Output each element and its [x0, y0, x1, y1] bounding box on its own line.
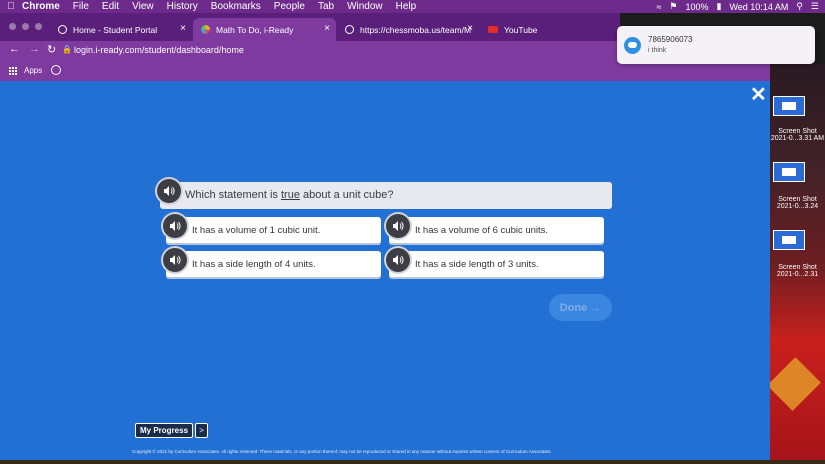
question-emphasis: true — [280, 189, 300, 201]
tab-title: YouTube — [504, 24, 538, 35]
search-icon[interactable]: ⚲ — [796, 1, 803, 12]
desktop-decoration — [770, 357, 821, 411]
menu-history[interactable]: History — [167, 1, 198, 12]
url-field[interactable]: login.i-ready.com/student/dashboard/home — [74, 45, 244, 55]
screenshot-file-icon[interactable] — [773, 96, 805, 116]
close-icon[interactable]: ✕ — [750, 85, 767, 105]
menu-tab[interactable]: Tab — [318, 1, 334, 12]
apps-grid-icon[interactable] — [9, 67, 18, 76]
answer-choice-text: It has a volume of 1 cubic unit. — [192, 225, 321, 236]
tab-chessmoba[interactable]: https://chessmoba.us/team/M × — [337, 18, 479, 41]
apple-icon[interactable]:  — [0, 1, 22, 12]
menubar-status-area: ≈ ⚑ 100% ▮ Wed 10:14 AM ⚲ ☰ — [656, 0, 819, 13]
close-tab-icon[interactable]: × — [324, 23, 330, 34]
globe-icon — [345, 25, 354, 34]
notification-sender: 7865906073 — [648, 35, 693, 44]
menu-edit[interactable]: Edit — [102, 1, 119, 12]
menu-file[interactable]: File — [73, 1, 89, 12]
question-speaker-icon[interactable] — [157, 179, 181, 203]
menu-window[interactable]: Window — [347, 1, 383, 12]
lock-icon[interactable]: 🔒 — [62, 45, 72, 54]
dock-strip — [0, 460, 825, 464]
answer-choice-text: It has a volume of 6 cubic units. — [415, 225, 549, 236]
done-button[interactable]: Done → — [549, 294, 612, 321]
answer-choice-1[interactable]: It has a volume of 1 cubic unit. — [166, 217, 381, 243]
reload-icon[interactable]: ↻ — [47, 43, 56, 56]
close-window-button[interactable] — [9, 23, 16, 30]
tab-title: Home - Student Portal — [73, 24, 158, 35]
tab-youtube[interactable]: YouTube — [480, 18, 620, 41]
menu-bookmarks[interactable]: Bookmarks — [211, 1, 261, 12]
tab-title: Math To Do, i-Ready — [216, 24, 294, 35]
iready-lesson-page — [0, 81, 770, 460]
menu-help[interactable]: Help — [396, 1, 417, 12]
my-progress-button[interactable]: My Progress — [135, 423, 194, 438]
message-notification[interactable]: 7865906073 i think — [617, 26, 815, 64]
iready-icon — [201, 25, 210, 34]
answer-choice-2[interactable]: It has a volume of 6 cubic units. — [389, 217, 604, 243]
browser-tab-bar: Home - Student Portal × Math To Do, i-Re… — [0, 13, 620, 41]
choice-2-speaker-icon[interactable] — [386, 214, 410, 238]
globe-icon — [58, 25, 67, 34]
tab-title: https://chessmoba.us/team/M — [360, 24, 472, 35]
question-bar: Which statement is true about a unit cub… — [160, 182, 612, 209]
minimize-window-button[interactable] — [22, 23, 29, 30]
desktop-file-label[interactable]: Screen Shot 2021-0...3.31 AM — [770, 128, 825, 142]
window-controls — [9, 23, 42, 30]
battery-percent[interactable]: 100% — [685, 2, 708, 12]
copyright-text: Copyright © 2021 by Curriculum Associate… — [132, 449, 552, 454]
screenshot-file-icon[interactable] — [773, 162, 805, 182]
mac-menubar:  Chrome File Edit View History Bookmark… — [0, 0, 825, 13]
messages-icon — [624, 37, 641, 54]
close-tab-icon[interactable]: × — [467, 23, 473, 34]
tab-student-portal[interactable]: Home - Student Portal × — [50, 18, 192, 41]
my-progress-control: My Progress > — [135, 423, 209, 438]
menu-view[interactable]: View — [132, 1, 154, 12]
desktop-file-label[interactable]: Screen Shot 2021-0...3.24 — [770, 196, 825, 210]
notification-body: i think — [648, 47, 667, 54]
choice-4-speaker-icon[interactable] — [386, 248, 410, 272]
back-arrow-icon[interactable]: ← — [9, 43, 20, 55]
answer-choice-text: It has a side length of 4 units. — [192, 259, 316, 270]
question-text: Which statement is true about a unit cub… — [185, 189, 394, 201]
choice-1-speaker-icon[interactable] — [163, 214, 187, 238]
my-progress-arrow-button[interactable]: > — [195, 423, 209, 438]
zoom-window-button[interactable] — [35, 23, 42, 30]
tab-iready[interactable]: Math To Do, i-Ready × — [193, 18, 336, 41]
flag-icon[interactable]: ⚑ — [669, 1, 677, 12]
answer-choice-4[interactable]: It has a side length of 3 units. — [389, 251, 604, 277]
menu-app-name[interactable]: Chrome — [22, 1, 60, 12]
menu-people[interactable]: People — [274, 1, 305, 12]
menu-list-icon[interactable]: ☰ — [811, 1, 819, 12]
forward-arrow-icon[interactable]: → — [29, 43, 40, 55]
globe-bookmark-icon[interactable] — [51, 65, 61, 75]
close-tab-icon[interactable]: × — [180, 23, 186, 34]
screenshot-file-icon[interactable] — [773, 230, 805, 250]
desktop-file-label[interactable]: Screen Shot 2021-0...2.31 — [770, 264, 825, 278]
answer-choice-3[interactable]: It has a side length of 4 units. — [166, 251, 381, 277]
youtube-icon — [488, 26, 498, 33]
choice-3-speaker-icon[interactable] — [163, 248, 187, 272]
clock[interactable]: Wed 10:14 AM — [729, 2, 788, 12]
wifi-icon[interactable]: ≈ — [656, 2, 661, 12]
battery-icon[interactable]: ▮ — [717, 1, 722, 12]
desktop-background: Screen Shot 2021-0...3.31 AM Screen Shot… — [770, 64, 825, 460]
answer-choice-text: It has a side length of 3 units. — [415, 259, 539, 270]
apps-bookmark[interactable]: Apps — [24, 66, 42, 75]
